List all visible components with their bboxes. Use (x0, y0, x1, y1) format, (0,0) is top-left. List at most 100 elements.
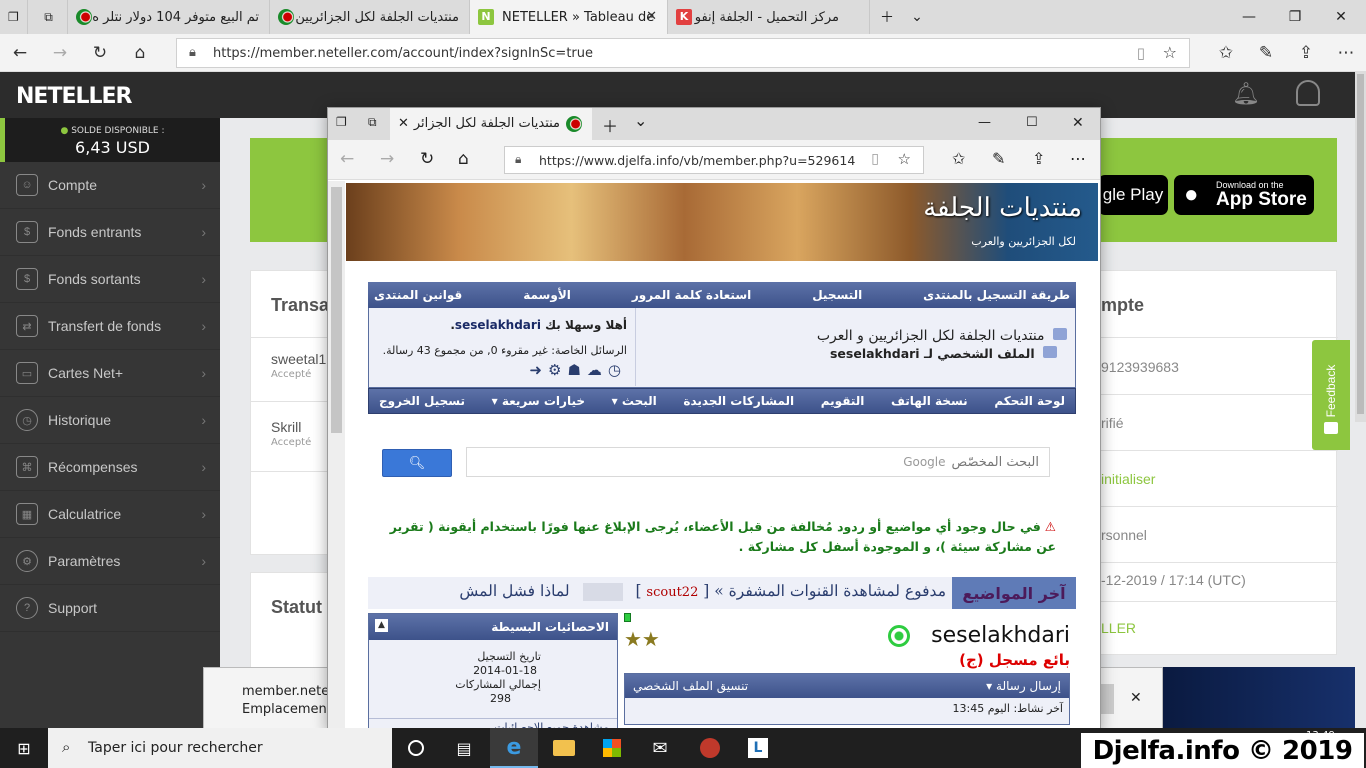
feedback-tab[interactable]: Feedback (1312, 340, 1350, 450)
nav-logout[interactable]: تسجيل الخروج (379, 394, 465, 408)
private-messages-info[interactable]: الرسائل الخاصة: غير مقروء 0, من مجموع 43… (369, 344, 627, 357)
plus-icon[interactable]: ＋ (602, 113, 618, 137)
sidebar-item-cartes[interactable]: ▭ Cartes Net+ › (0, 350, 220, 397)
sidebar-item-fonds-sortants[interactable]: $ Fonds sortants › (0, 256, 220, 303)
sidebar-item-historique[interactable]: ◷ Historique › (0, 397, 220, 444)
sidebar-item-compte[interactable]: ☺ Compte › (0, 162, 220, 209)
refresh-button[interactable]: ↻ (80, 34, 120, 72)
popup-address-bar[interactable]: 🔒︎ https://www.djelfa.info/vb/member.php… (504, 146, 924, 174)
arrow-right-icon[interactable]: → (380, 149, 394, 169)
minimize-button[interactable]: — (1226, 0, 1272, 34)
share-icon[interactable]: ⇪ (1032, 149, 1045, 168)
sidebar-item-recompenses[interactable]: ⌘ Récompenses › (0, 444, 220, 491)
back-button[interactable]: ← (0, 34, 40, 72)
home-button[interactable]: ⌂ (120, 34, 160, 72)
sidebar-item-calculatrice[interactable]: ▦ Calculatrice › (0, 491, 220, 538)
sidebar-item-transfert[interactable]: ⇄ Transfert de fonds › (0, 303, 220, 350)
messages-icon[interactable]: ☁ (587, 361, 608, 379)
page-scrollbar[interactable] (1355, 72, 1366, 422)
forward-button[interactable]: → (40, 34, 80, 72)
store-taskbar-button[interactable] (588, 728, 636, 768)
favorites-icon[interactable]: ✩ (952, 149, 965, 168)
tab-dropdown-button[interactable]: ⌄ (902, 0, 932, 34)
task-view-button[interactable]: ▤ (440, 728, 488, 768)
google-play-badge[interactable]: gle Play (1098, 175, 1168, 215)
popup-tab-djelfa[interactable]: منتديات الجلفة لكل الجزائر ✕ (390, 108, 592, 140)
reset-link[interactable]: initialiser (1101, 471, 1155, 487)
custom-search-input[interactable]: البحث المخصّص Google (466, 447, 1050, 477)
new-tab-button[interactable]: ＋ (872, 0, 902, 34)
popup-scrollbar[interactable] (328, 181, 345, 731)
pen-icon[interactable]: ✎ (992, 149, 1005, 168)
collapse-icon[interactable]: ▲ (375, 619, 388, 632)
refresh-icon[interactable]: ↻ (420, 149, 434, 169)
transaction-row[interactable]: Skrill Accepté (271, 419, 311, 448)
tab-djelfa-sale[interactable]: تم البيع متوفر 104 دولار نتلر ه (68, 0, 270, 34)
close-icon[interactable]: ✕ (1130, 690, 1142, 706)
close-window-button[interactable]: ✕ (1318, 0, 1364, 34)
restore-icon[interactable]: ☐ (1026, 115, 1038, 130)
close-tab-icon[interactable]: ✕ (646, 9, 657, 24)
restore-button[interactable]: ❐ (1272, 0, 1318, 34)
sidebar-item-support[interactable]: ? Support (0, 585, 220, 632)
more-icon[interactable]: ⋯ (1070, 149, 1086, 168)
nav-control-panel[interactable]: لوحة التحكم (994, 394, 1065, 408)
address-bar[interactable]: 🔒︎ https://member.neteller.com/account/i… (176, 38, 1190, 68)
chevron-down-icon[interactable]: ⌄ (634, 111, 647, 130)
edge-taskbar-button[interactable]: e (490, 728, 538, 768)
l-app-taskbar-button[interactable]: L (734, 728, 782, 768)
tab-djelfa-forum[interactable]: منتديات الجلفة لكل الجزائريين (270, 0, 470, 34)
favorite-star-icon[interactable]: ☆ (1163, 43, 1177, 62)
transaction-row[interactable]: sweetal1 Accepté (271, 351, 326, 380)
neteller-link[interactable]: LLER (1101, 620, 1136, 636)
favorite-star-icon[interactable]: ☆ (898, 150, 911, 168)
download-action-button[interactable] (1100, 684, 1114, 714)
latest-topic-link[interactable]: لماذا فشل المش (459, 582, 569, 600)
latest-topic-author[interactable]: scout22 (646, 585, 698, 600)
reading-view-icon[interactable]: ▯ (1137, 44, 1145, 62)
add-user-icon[interactable]: ☗ (567, 361, 586, 379)
nav-calendar[interactable]: التقويم (821, 394, 865, 408)
neteller-logo[interactable]: NETELLER (16, 84, 132, 109)
home-icon[interactable]: ⌂ (458, 149, 469, 169)
user-icon[interactable] (1296, 80, 1320, 106)
minimize-icon[interactable]: — (978, 115, 991, 130)
latest-topic-link[interactable]: مدفوع لمشاهدة القنوات المشفرة » (714, 582, 946, 600)
tab-list-button[interactable]: ❐ (0, 0, 28, 34)
sidebar-item-parametres[interactable]: ⚙ Paramètres › (0, 538, 220, 585)
notes-button[interactable]: ✎ (1246, 34, 1286, 72)
clock-icon[interactable]: ◷ (608, 361, 627, 379)
taskbar-search[interactable]: ⌕ Taper ici pour rechercher (48, 728, 392, 768)
logout-icon[interactable]: ➜ (529, 361, 548, 379)
nav-password-recovery[interactable]: استعادة كلمة المرور (632, 288, 751, 302)
tab-upload-center[interactable]: K مركز التحميل - الجلفة إنفو (668, 0, 870, 34)
cortana-button[interactable] (392, 728, 440, 768)
close-icon[interactable]: ✕ (1072, 115, 1084, 131)
set-aside-button[interactable]: ⧉ (30, 0, 68, 34)
bell-icon[interactable]: 🔔︎ (1232, 82, 1260, 107)
explorer-taskbar-button[interactable] (540, 728, 588, 768)
nav-registration-guide[interactable]: طريقة التسجيل بالمنتدى (923, 288, 1070, 302)
app-taskbar-button[interactable] (686, 728, 734, 768)
close-tab-icon[interactable]: ✕ (398, 116, 409, 131)
tabs-icon[interactable]: ❐ (336, 115, 347, 129)
nav-medals[interactable]: الأوسمة (523, 288, 571, 302)
scroll-thumb[interactable] (331, 187, 342, 433)
site-title-link[interactable]: منتديات الجلفة لكل الجزائريين و العرب (817, 328, 1045, 344)
settings-icon[interactable]: ⚙ (548, 361, 567, 379)
start-button[interactable]: ⊞ (0, 728, 48, 768)
nav-mobile[interactable]: نسخة الهاتف (891, 394, 968, 408)
more-button[interactable]: ⋯ (1326, 34, 1366, 72)
app-store-badge[interactable]: ● Download on the App Store (1174, 175, 1314, 215)
favorites-hub-button[interactable]: ✩ (1206, 34, 1246, 72)
arrow-left-icon[interactable]: ← (340, 149, 354, 169)
share-button[interactable]: ⇪ (1286, 34, 1326, 72)
nav-register[interactable]: التسجيل (812, 288, 862, 302)
forum-banner[interactable]: منتديات الجلفة لكل الجزائريين والعرب (346, 183, 1098, 261)
welcome-username[interactable]: seselakhdari (455, 318, 541, 332)
format-profile-button[interactable]: تنسيق الملف الشخصي (633, 679, 748, 693)
send-message-button[interactable]: إرسال رسالة ▾ (986, 679, 1061, 693)
sidebar-item-fonds-entrants[interactable]: $ Fonds entrants › (0, 209, 220, 256)
nav-quick-options[interactable]: خيارات سريعة ▾ (492, 394, 585, 408)
search-button[interactable]: 🔍︎ (382, 449, 452, 477)
